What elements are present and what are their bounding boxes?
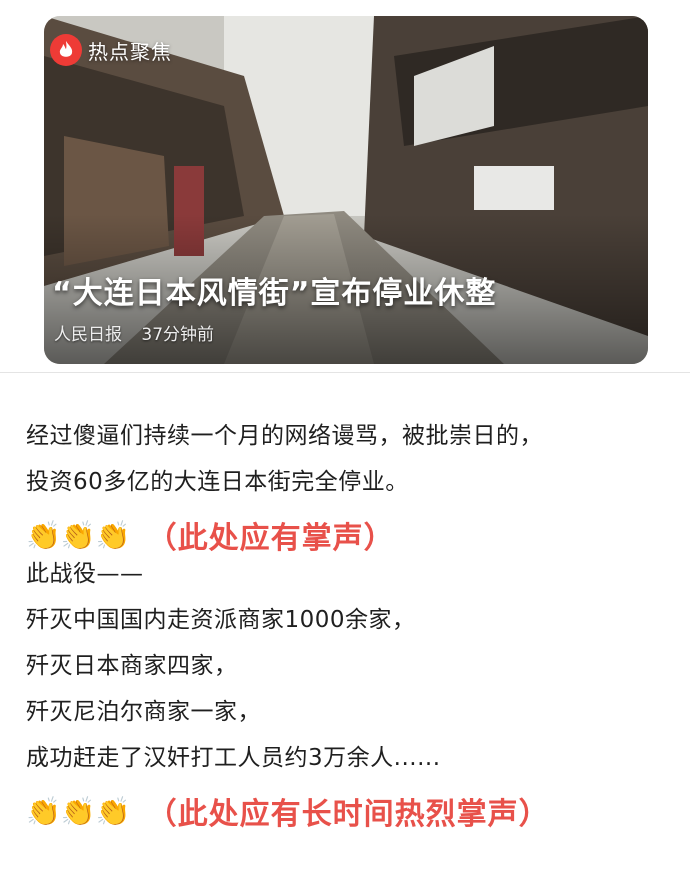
list-line: 歼灭中国国内走资派商家1000余家， [26,607,416,633]
list-line: 此战役—— [26,561,144,587]
hot-focus-tag: 热点聚焦 [50,34,172,66]
applause-line: 👏👏👏 （此处应有掌声） [26,512,676,558]
applause-text-long: （此处应有长时间热烈掌声） [146,797,550,832]
flame-icon [50,34,82,66]
list-line: 成功赶走了汉奸打工人员约3万余人...... [26,745,441,771]
paragraph-line: 投资60多亿的大连日本街完全停业。 [26,469,409,495]
news-headline[interactable]: “大连日本风情街”宣布停业休整 [52,268,496,312]
applause-text: （此处应有掌声） [146,521,395,556]
paragraph-line: 经过傻逼们持续一个月的网络谩骂，被批崇日的， [26,423,543,449]
divider [0,372,690,373]
news-card[interactable]: 热点聚焦 “大连日本风情街”宣布停业休整 人民日报 37分钟前 [44,16,648,364]
clapping-hands-icon: 👏👏👏 [26,794,131,828]
list-line: 歼灭尼泊尔商家一家， [26,699,261,725]
list-line: 歼灭日本商家四家， [26,653,238,679]
applause-line-long: 👏👏👏 （此处应有长时间热烈掌声） [26,788,676,834]
news-meta: 人民日报 37分钟前 [54,320,228,345]
tag-label: 热点聚焦 [88,39,172,64]
clapping-hands-icon: 👏👏👏 [26,518,131,552]
post-body: 经过傻逼们持续一个月的网络谩骂，被批崇日的， 投资60多亿的大连日本街完全停业。… [26,420,676,834]
news-source: 人民日报 [54,325,122,345]
news-time: 37分钟前 [141,325,215,345]
